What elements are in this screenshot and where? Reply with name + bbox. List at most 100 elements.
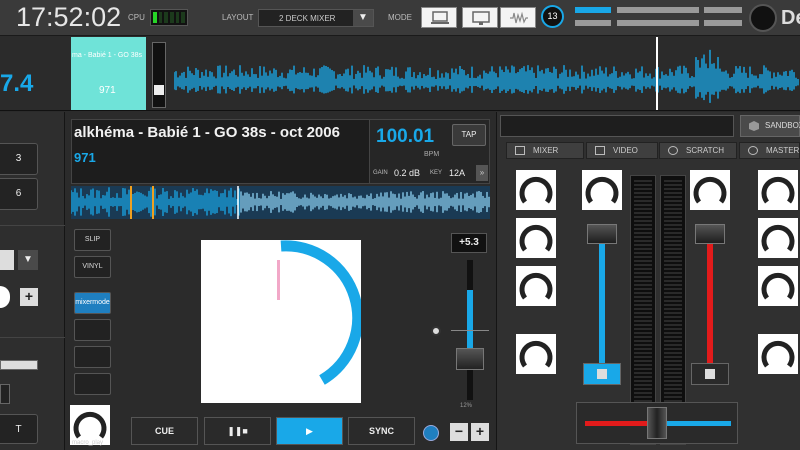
view-bar-2[interactable] (575, 20, 611, 26)
clock: 17:52:02 (16, 2, 122, 32)
left-slider[interactable] (0, 360, 38, 370)
pause-button[interactable]: ❚❚■ (204, 417, 271, 445)
chevron-down-icon[interactable]: ▼ (18, 250, 38, 270)
volume-handle-left[interactable] (587, 224, 617, 244)
jog-wheel[interactable] (201, 240, 364, 403)
eq-high-label-left: HIGH (528, 204, 544, 210)
cube-icon (749, 121, 759, 131)
eq-mid-label-right: MID (772, 252, 784, 258)
minus-button[interactable]: − (450, 423, 468, 441)
gain-label-right: GAIN (702, 204, 718, 210)
knob-icon (73, 411, 107, 439)
view-bar-4[interactable] (617, 20, 699, 26)
left-small-button[interactable] (0, 384, 10, 404)
vinyl-icon (668, 146, 678, 155)
crossfader-handle[interactable] (647, 407, 667, 439)
left-button-6[interactable]: 6 (0, 178, 38, 210)
master-icon (748, 146, 758, 155)
waveform-icon (510, 11, 528, 24)
vinyl-button[interactable]: VINYL (74, 256, 111, 278)
macro-knob[interactable] (70, 405, 110, 445)
pfl-button-right[interactable] (691, 363, 729, 385)
left-plus-button[interactable]: + (20, 288, 38, 306)
pitch-slider-handle[interactable] (456, 348, 484, 370)
track-title: alkhéma - Babié 1 - GO 38s - oct 2006 (74, 124, 340, 141)
overview-waveform[interactable] (174, 37, 800, 110)
bpm-unit: BPM (424, 151, 440, 158)
pad-button-1[interactable] (74, 319, 111, 341)
key-menu-icon[interactable]: » (476, 165, 488, 181)
plus-button[interactable]: + (471, 423, 489, 441)
mixermode-button[interactable]: mixermode (74, 292, 111, 314)
view-bar-6[interactable] (704, 20, 742, 26)
deck-waveform[interactable] (71, 186, 490, 219)
mode-laptop-button[interactable] (421, 7, 457, 28)
chevron-down-icon[interactable]: ▼ (353, 10, 373, 26)
eq-low-label-left: LOW (529, 300, 543, 306)
volume-track-left[interactable] (599, 230, 605, 365)
brand-text: Dе (781, 7, 800, 29)
mode-waveform-button[interactable] (500, 7, 536, 28)
volume-track-right[interactable] (707, 230, 713, 365)
deck-count-badge[interactable]: 13 (541, 5, 564, 28)
pad-button-2[interactable] (74, 346, 111, 368)
cpu-label: CPU (128, 13, 145, 22)
view-bar-5[interactable] (704, 7, 742, 13)
loop-icon[interactable] (423, 425, 439, 441)
tab-mixer[interactable]: MIXER (506, 142, 584, 159)
app-logo-icon (749, 4, 777, 32)
crossfader[interactable] (576, 402, 738, 444)
left-deck-bpm: 7.4 (0, 70, 34, 97)
pitch-reset-icon[interactable] (431, 326, 441, 336)
slip-button[interactable]: SLIP (74, 229, 111, 251)
left-bottom-button[interactable]: T (0, 414, 38, 444)
divider (0, 225, 65, 226)
sandbox-label: SANDBOX (765, 121, 800, 130)
laptop-icon (431, 11, 449, 24)
gain-label: GAIN (373, 170, 388, 176)
layout-label: LAYOUT (222, 13, 254, 22)
tab-video[interactable]: VIDEO (586, 142, 658, 159)
sync-button[interactable]: SYNC (348, 417, 415, 445)
search-input[interactable] (500, 115, 734, 137)
cpu-meter (150, 9, 188, 26)
mode-label: MODE (388, 13, 412, 22)
mode-screen-button[interactable] (462, 7, 498, 28)
gain-value: 0.2 dB (394, 168, 421, 178)
view-bar-3[interactable] (617, 7, 699, 13)
tab-master[interactable]: MASTER (739, 142, 800, 159)
key-label: KEY (430, 170, 443, 176)
pitch-range: 12% (460, 403, 473, 409)
eq-mid-label-left: MID (530, 252, 542, 258)
tab-mixer-label: MIXER (533, 146, 559, 155)
deck-thumbnail[interactable] (71, 37, 146, 110)
left-select[interactable] (0, 250, 14, 270)
play-button[interactable]: ▶ (276, 417, 343, 445)
pitch-fill (467, 290, 473, 348)
thumbnail-number: 971 (99, 85, 116, 96)
mini-pitch-slider[interactable] (152, 42, 166, 108)
pfl-button-left[interactable] (583, 363, 621, 385)
tab-scratch-label: SCRATCH (686, 146, 725, 155)
crossfader-right-fill (663, 421, 731, 426)
filter-label-right: FILTER (767, 368, 789, 374)
left-button-3[interactable]: 3 (0, 143, 38, 175)
tab-scratch[interactable]: SCRATCH (659, 142, 737, 159)
track-number: 971 (74, 150, 96, 165)
bpm-value: 100.01 (376, 126, 435, 147)
monitor-icon (472, 11, 490, 25)
divider (0, 337, 65, 338)
film-icon (595, 146, 605, 155)
tap-button[interactable]: TAP (452, 124, 486, 146)
filter-label-left: FILTER (525, 368, 547, 374)
pitch-display: +5.3 (451, 233, 487, 253)
volume-handle-right[interactable] (695, 224, 725, 244)
pad-button-3[interactable] (74, 373, 111, 395)
cue-button[interactable]: CUE (131, 417, 198, 445)
pitch-center-line (451, 330, 489, 331)
view-bar-1[interactable] (575, 7, 611, 13)
eq-low-label-right: LOW (771, 300, 785, 306)
eq-high-label-right: HIGH (770, 204, 786, 210)
layout-select[interactable]: 2 DECK MIXER ▼ (258, 9, 374, 27)
sandbox-button[interactable]: SANDBOX (740, 115, 800, 137)
